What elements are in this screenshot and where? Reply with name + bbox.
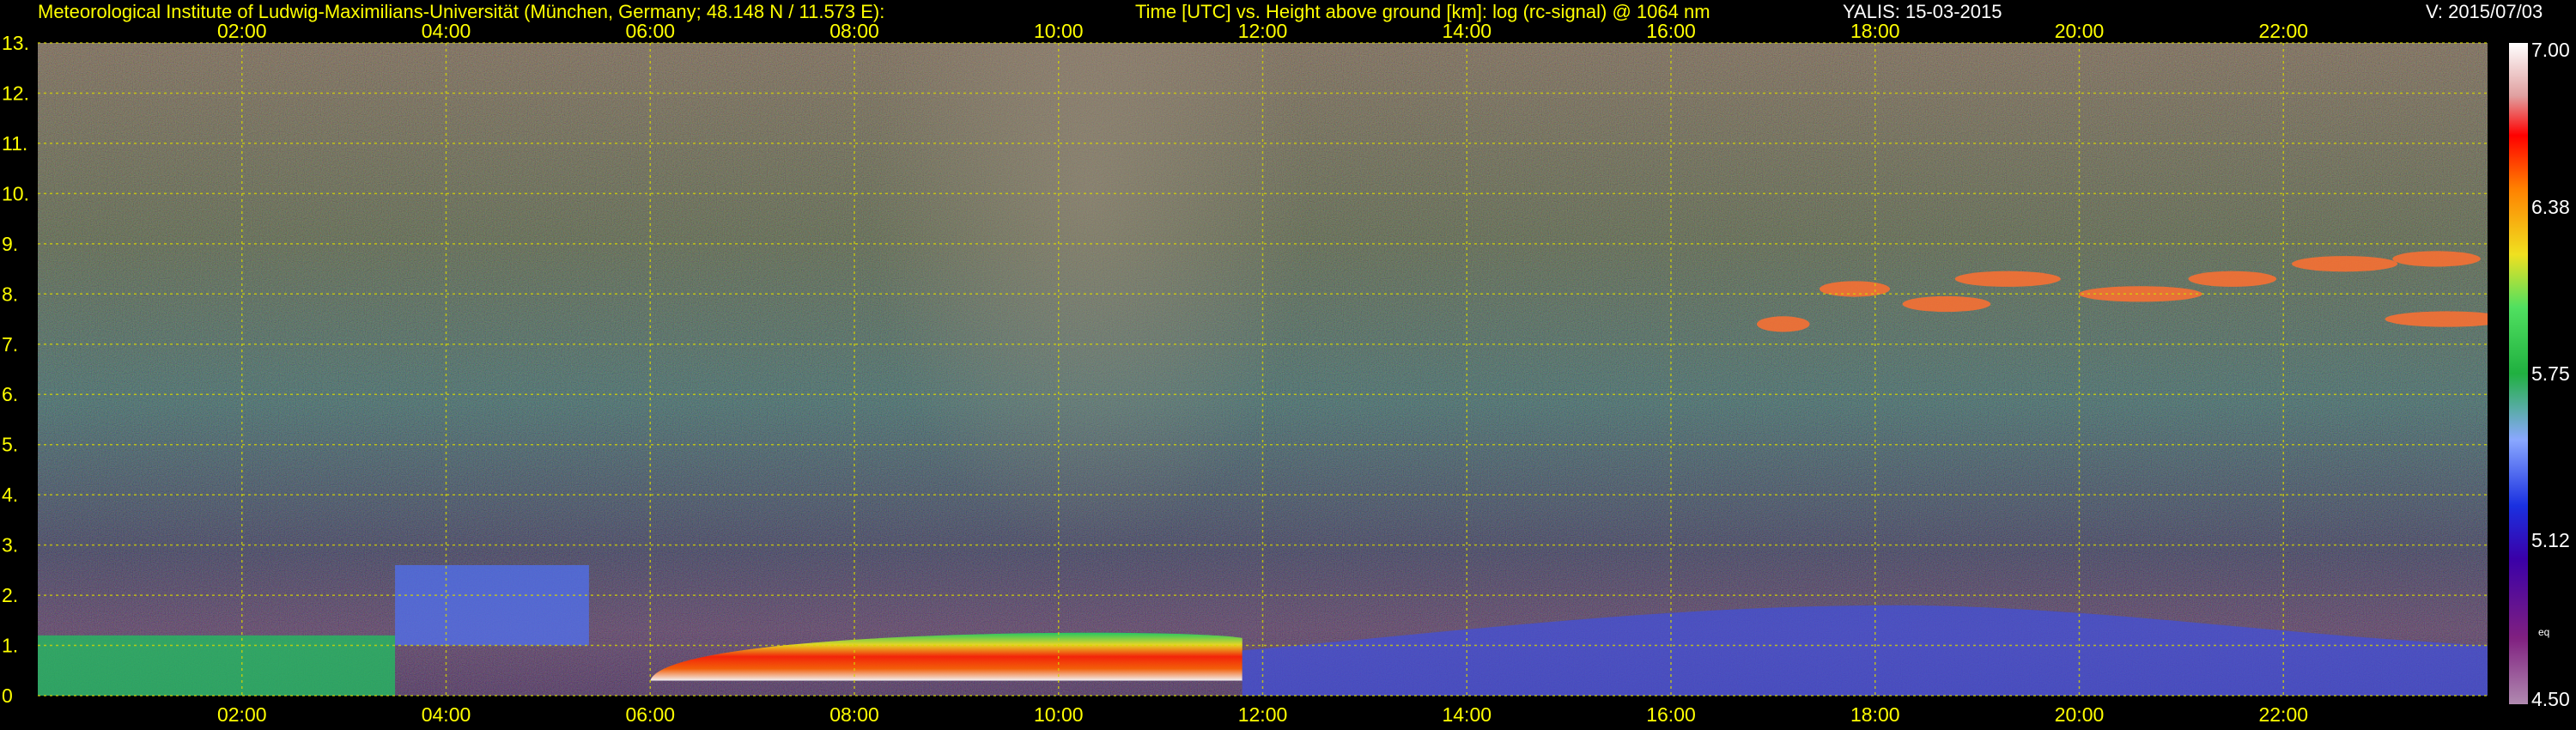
- colorbar-tick: 7.00: [2531, 39, 2570, 61]
- x-tick-bottom: 18:00: [1850, 703, 1900, 726]
- y-tick: 3.: [2, 534, 18, 557]
- y-tick: 2.: [2, 584, 18, 606]
- x-tick-bottom: 14:00: [1442, 703, 1492, 726]
- x-tick-top: 14:00: [1442, 20, 1492, 42]
- y-tick: 7.: [2, 333, 18, 356]
- x-tick-top: 06:00: [625, 20, 675, 42]
- x-tick-bottom: 20:00: [2055, 703, 2105, 726]
- cirrus-blob: [1954, 271, 2061, 287]
- x-tick-top: 12:00: [1238, 20, 1288, 42]
- x-tick-bottom: 02:00: [217, 703, 267, 726]
- colorbar-tick: 5.75: [2531, 362, 2570, 385]
- colorbar-small-label: eq: [2538, 626, 2549, 638]
- x-tick-top: 02:00: [217, 20, 267, 42]
- colorbar-tick: 4.50: [2531, 688, 2570, 710]
- y-tick: 6.: [2, 383, 18, 405]
- x-tick-top: 22:00: [2258, 20, 2308, 42]
- y-tick: 10.: [2, 182, 29, 204]
- x-tick-bottom: 22:00: [2258, 703, 2308, 726]
- x-tick-top: 04:00: [422, 20, 471, 42]
- y-tick: 5.: [2, 434, 18, 456]
- y-tick: 0: [2, 684, 13, 707]
- x-tick-bottom: 04:00: [422, 703, 471, 726]
- colorbar-tick: 5.12: [2531, 529, 2570, 551]
- feature-residual-layer: [38, 635, 396, 696]
- y-tick: 13.: [2, 32, 29, 54]
- cirrus-blob: [2392, 251, 2481, 267]
- feature-low-cloud-block: [395, 565, 589, 646]
- cirrus-blob: [2188, 271, 2277, 287]
- colorbar-tick: 6.38: [2531, 196, 2570, 218]
- colorbar: 7.00 6.38 5.75 5.12 4.50 eq: [2509, 39, 2570, 710]
- x-tick-top: 10:00: [1034, 20, 1084, 42]
- cirrus-blob: [1902, 295, 1991, 313]
- x-tick-bottom: 10:00: [1034, 703, 1084, 726]
- y-tick: 8.: [2, 283, 18, 305]
- x-tick-top: 08:00: [829, 20, 879, 42]
- y-axis: 0 1. 2. 3. 4. 5. 6. 7. 8. 9. 10. 11. 12. 13.: [2, 32, 29, 707]
- x-tick-top: 18:00: [1850, 20, 1900, 42]
- x-tick-bottom: 08:00: [829, 703, 879, 726]
- plot-area: [38, 43, 2488, 696]
- y-tick: 11.: [2, 132, 27, 155]
- x-axis-bottom: 02:00 04:00 06:00 08:00 10:00 12:00 14:00 16:00…: [217, 703, 2308, 726]
- cirrus-blob: [2291, 256, 2398, 272]
- x-tick-bottom: 06:00: [625, 703, 675, 726]
- x-tick-bottom: 12:00: [1238, 703, 1288, 726]
- cirrus-blob: [1756, 316, 1810, 332]
- y-tick: 1.: [2, 635, 18, 657]
- colorbar-gradient-bar: [2509, 43, 2528, 704]
- y-tick: 12.: [2, 82, 29, 104]
- x-tick-bottom: 16:00: [1646, 703, 1696, 726]
- x-axis-top: 02:00 04:00 06:00 08:00 10:00 12:00 14:00 16:00…: [217, 20, 2308, 42]
- x-tick-top: 16:00: [1646, 20, 1696, 42]
- y-tick: 9.: [2, 233, 18, 255]
- x-tick-top: 20:00: [2055, 20, 2105, 42]
- cirrus-blob: [2385, 311, 2488, 327]
- lidar-heatmap-chart: 02:00 04:00 06:00 08:00 10:00 12:00 14:00 16:00…: [2, 20, 2570, 726]
- y-tick: 4.: [2, 484, 18, 506]
